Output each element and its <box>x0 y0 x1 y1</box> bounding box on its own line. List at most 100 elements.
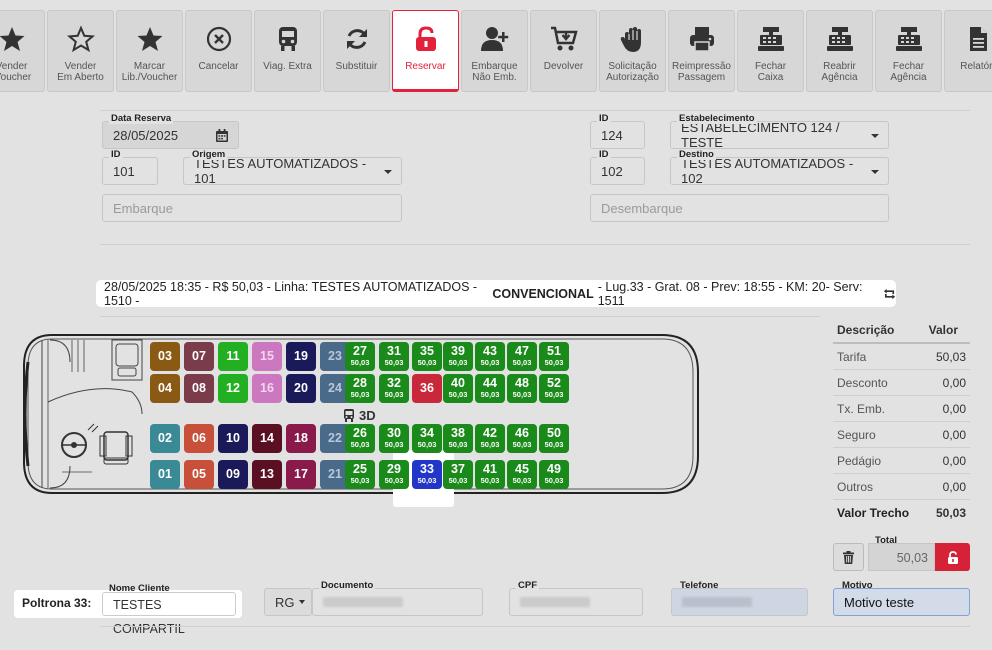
seat-41[interactable]: 41 50,03 <box>475 460 505 489</box>
doc-type-select[interactable]: RG <box>264 588 312 616</box>
solicitacao-autorizacao-button[interactable]: Solicitação Autorização <box>599 10 666 92</box>
seat-number: 03 <box>158 349 172 363</box>
origem-select[interactable]: Origem TESTES AUTOMATIZADOS - 101 <box>183 150 402 186</box>
valor-trecho-label: Valor Trecho <box>837 506 910 520</box>
nome-cliente-input[interactable]: Nome Cliente TESTES COMPARTIL <box>102 584 236 636</box>
seat-29[interactable]: 29 50,03 <box>379 460 409 489</box>
seat-16[interactable]: 16 <box>252 374 282 403</box>
seat-price: 50,03 <box>350 390 370 399</box>
seat-31[interactable]: 31 50,03 <box>379 342 409 371</box>
fechar-agencia-button[interactable]: Fechar Agência <box>875 10 942 92</box>
seat-48[interactable]: 48 50,03 <box>507 374 537 403</box>
embarque-nao-emb-button[interactable]: Embarque Não Emb. <box>461 10 528 92</box>
seat-10[interactable]: 10 <box>218 424 248 453</box>
seat-47[interactable]: 47 50,03 <box>507 342 537 371</box>
cancelar-button[interactable]: Cancelar <box>185 10 252 92</box>
refresh-icon <box>346 29 367 49</box>
viag-extra-button[interactable]: Viag. Extra <box>254 10 321 92</box>
swap-icon[interactable] <box>883 288 896 300</box>
seat-price: 50,03 <box>350 358 370 367</box>
marcar-lib-voucher-button[interactable]: Marcar Lib./Voucher <box>116 10 183 92</box>
seat-04[interactable]: 04 <box>150 374 180 403</box>
documento-label: Documento <box>319 580 376 591</box>
seat-12[interactable]: 12 <box>218 374 248 403</box>
seat-26[interactable]: 26 50,03 <box>345 424 375 453</box>
price-desc: Tx. Emb. <box>837 401 886 416</box>
seat-27[interactable]: 27 50,03 <box>345 342 375 371</box>
seat-51[interactable]: 51 50,03 <box>539 342 569 371</box>
destino-id-field[interactable]: ID 102 <box>590 150 645 185</box>
seat-33[interactable]: 33 50,03 <box>412 460 442 489</box>
unlock-button[interactable] <box>935 543 970 571</box>
reabrir-agencia-button[interactable]: Reabrir Agência <box>806 10 873 92</box>
divider <box>100 626 970 627</box>
seat-40[interactable]: 40 50,03 <box>443 374 473 403</box>
seat-20[interactable]: 20 <box>286 374 316 403</box>
telefone-input[interactable]: Telefone <box>671 581 808 616</box>
seat-25[interactable]: 25 50,03 <box>345 460 375 489</box>
documento-input[interactable]: Documento <box>312 581 483 616</box>
seat-07[interactable]: 07 <box>184 342 214 371</box>
seat-02[interactable]: 02 <box>150 424 180 453</box>
seat-09[interactable]: 09 <box>218 460 248 489</box>
destino-select[interactable]: Destino TESTES AUTOMATIZADOS - 102 <box>670 150 889 186</box>
seat-35[interactable]: 35 50,03 <box>412 342 442 371</box>
seat-19[interactable]: 19 <box>286 342 316 371</box>
seat-28[interactable]: 28 50,03 <box>345 374 375 403</box>
origem-id-field[interactable]: ID 101 <box>102 150 158 185</box>
reimpressao-passagem-button[interactable]: Reimpressão Passagem <box>668 10 735 92</box>
seat-number: 39 <box>451 344 465 358</box>
seat-17[interactable]: 17 <box>286 460 316 489</box>
vender-voucher-button[interactable]: Vender /Voucher <box>0 10 45 92</box>
solicitacao-autorizacao-label: Solicitação Autorização <box>606 61 659 83</box>
estabelecimento-select[interactable]: Estabelecimento ESTABELECIMENTO 124 / TE… <box>670 114 889 150</box>
seat-49[interactable]: 49 50,03 <box>539 460 569 489</box>
seat-18[interactable]: 18 <box>286 424 316 453</box>
estab-id-field[interactable]: ID 124 <box>590 114 645 149</box>
substituir-button[interactable]: Substituir <box>323 10 390 92</box>
seat-42[interactable]: 42 50,03 <box>475 424 505 453</box>
fechar-caixa-button[interactable]: Fechar Caixa <box>737 10 804 92</box>
seat-52[interactable]: 52 50,03 <box>539 374 569 403</box>
seat-15[interactable]: 15 <box>252 342 282 371</box>
clear-button[interactable] <box>833 543 864 571</box>
seat-44[interactable]: 44 50,03 <box>475 374 505 403</box>
seat-50[interactable]: 50 50,03 <box>539 424 569 453</box>
price-row: Tarifa 50,03 <box>833 344 970 370</box>
seat-03[interactable]: 03 <box>150 342 180 371</box>
seat-08[interactable]: 08 <box>184 374 214 403</box>
seat-14[interactable]: 14 <box>252 424 282 453</box>
seat-32[interactable]: 32 50,03 <box>379 374 409 403</box>
seat-number: 50 <box>547 426 561 440</box>
vender-em-aberto-label: Vender Em Aberto <box>57 61 104 83</box>
motivo-input[interactable]: Motivo Motivo teste <box>833 581 970 616</box>
seat-36[interactable]: 36 <box>412 374 442 403</box>
seat-11[interactable]: 11 <box>218 342 248 371</box>
star-outline-icon <box>66 25 95 53</box>
seat-38[interactable]: 38 50,03 <box>443 424 473 453</box>
data-reserva-label: Data Reserva <box>109 113 174 124</box>
seat-43[interactable]: 43 50,03 <box>475 342 505 371</box>
seat-30[interactable]: 30 50,03 <box>379 424 409 453</box>
data-reserva-field[interactable]: Data Reserva 28/05/2025 <box>102 114 239 149</box>
calendar-icon[interactable] <box>216 129 228 142</box>
seat-06[interactable]: 06 <box>184 424 214 453</box>
relatorios-button[interactable]: Relatóri <box>944 10 992 92</box>
seat-39[interactable]: 39 50,03 <box>443 342 473 371</box>
page: Vender /Voucher Vender Em Aberto Marcar Li… <box>0 0 992 650</box>
seat-13[interactable]: 13 <box>252 460 282 489</box>
reservar-button[interactable]: Reservar <box>392 10 459 92</box>
cpf-input[interactable]: CPF <box>509 581 643 616</box>
price-value: 0,00 <box>942 401 966 416</box>
seat-37[interactable]: 37 50,03 <box>443 460 473 489</box>
desembarque-input[interactable]: Desembarque <box>590 194 889 222</box>
embarque-input[interactable]: Embarque <box>102 194 402 222</box>
seat-01[interactable]: 01 <box>150 460 180 489</box>
seat-46[interactable]: 46 50,03 <box>507 424 537 453</box>
seat-45[interactable]: 45 50,03 <box>507 460 537 489</box>
seat-05[interactable]: 05 <box>184 460 214 489</box>
seat-34[interactable]: 34 50,03 <box>412 424 442 453</box>
devolver-button[interactable]: Devolver <box>530 10 597 92</box>
divider <box>100 244 970 245</box>
vender-em-aberto-button[interactable]: Vender Em Aberto <box>47 10 114 92</box>
